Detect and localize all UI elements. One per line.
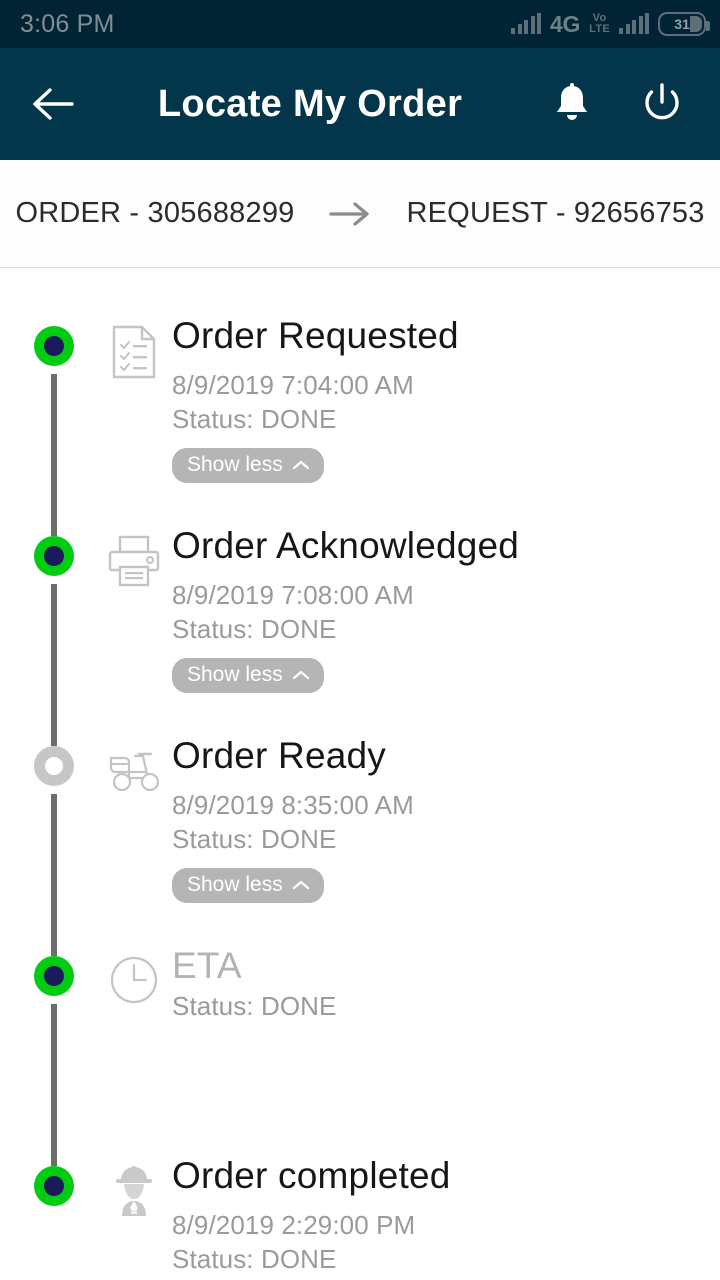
status-marker-done — [34, 956, 74, 996]
step-status: Status: DONE — [172, 403, 337, 434]
order-request-strip: ORDER - 305688299 REQUEST - 92656753 — [0, 160, 720, 268]
step-body: Order completed 8/9/2019 2:29:00 PM Stat… — [172, 1152, 720, 1280]
show-less-toggle[interactable]: Show less — [172, 867, 324, 903]
order-number-label: ORDER - 305688299 — [15, 197, 295, 229]
show-less-toggle[interactable]: Show less — [172, 447, 324, 483]
page-title: Locate My Order — [157, 82, 463, 125]
status-marker-done — [34, 326, 74, 366]
timeline-rail — [0, 1152, 96, 1280]
chevron-up-icon — [292, 460, 309, 469]
signal-bars-icon — [511, 13, 542, 34]
status-marker-pending — [34, 746, 74, 786]
signal-bars-icon-secondary — [619, 13, 649, 34]
app-screen: 3:06 PM 4G Vo LTE 31 Locate My Order ORD… — [0, 0, 720, 1280]
battery-level-fill — [690, 16, 702, 32]
step-timestamp: 8/9/2019 7:08:00 AM — [172, 579, 414, 610]
status-bar-indicators: 4G Vo LTE 31 — [511, 10, 710, 38]
timeline-connector — [51, 1004, 57, 1166]
volte-icon: Vo LTE — [589, 13, 610, 35]
status-bar-clock: 3:06 PM — [20, 9, 115, 38]
show-less-label: Show less — [187, 452, 283, 476]
battery-icon: 31 — [658, 12, 710, 36]
volte-bottom-text: LTE — [589, 23, 610, 35]
step-icon-wrapper — [96, 522, 172, 732]
worker-helmet-icon — [116, 1166, 152, 1216]
app-bar: Locate My Order — [0, 48, 720, 160]
arrow-right-icon — [328, 201, 373, 227]
power-icon — [645, 83, 679, 120]
step-icon-wrapper — [96, 312, 172, 522]
document-checklist-icon — [112, 325, 156, 379]
network-type-label: 4G — [550, 10, 581, 37]
printer-icon — [108, 535, 160, 587]
step-body: Order Requested 8/9/2019 7:04:00 AM Stat… — [172, 312, 720, 522]
status-bar: 3:06 PM 4G Vo LTE 31 — [0, 0, 720, 48]
step-icon-wrapper — [96, 732, 172, 942]
timeline-rail — [0, 312, 96, 536]
timeline-item-order-acknowledged[interactable]: Order Acknowledged 8/9/2019 7:08:00 AM S… — [0, 522, 720, 746]
step-title: Order Acknowledged — [172, 525, 520, 566]
timeline-connector — [51, 584, 57, 746]
power-button[interactable] — [638, 80, 686, 128]
order-timeline: Order Requested 8/9/2019 7:04:00 AM Stat… — [0, 268, 720, 1280]
battery-level-text: 31 — [674, 16, 690, 32]
step-body: Order Ready 8/9/2019 8:35:00 AM Status: … — [172, 732, 720, 942]
timeline-rail — [0, 732, 96, 956]
status-marker-done — [34, 536, 74, 576]
step-title: ETA — [172, 945, 242, 986]
step-status: Status: DONE — [172, 823, 337, 854]
timeline-rail — [0, 942, 96, 1166]
step-status: Status: DONE — [172, 990, 337, 1021]
delivery-scooter-icon — [109, 752, 160, 792]
timeline-connector — [51, 374, 57, 536]
bell-icon — [557, 83, 587, 120]
step-title: Order Ready — [172, 735, 387, 776]
show-less-label: Show less — [187, 662, 283, 686]
step-body: Order Acknowledged 8/9/2019 7:08:00 AM S… — [172, 522, 720, 732]
step-timestamp: 8/9/2019 7:04:00 AM — [172, 369, 414, 400]
step-icon-wrapper — [96, 942, 172, 1152]
step-title: Order Requested — [172, 315, 459, 356]
timeline-rail — [0, 522, 96, 746]
chevron-up-icon — [292, 880, 309, 889]
step-status: Status: DONE — [172, 613, 337, 644]
clock-icon — [110, 956, 158, 1004]
app-bar-actions — [548, 80, 686, 128]
step-icon-wrapper — [96, 1152, 172, 1280]
step-status: Status: DONE — [172, 1243, 337, 1274]
timeline-item-eta[interactable]: ETA Status: DONE — [0, 942, 720, 1166]
timeline-item-order-completed[interactable]: Order completed 8/9/2019 2:29:00 PM Stat… — [0, 1152, 720, 1280]
show-less-label: Show less — [187, 872, 283, 896]
step-timestamp: 8/9/2019 8:35:00 AM — [172, 789, 414, 820]
arrow-left-icon — [33, 88, 74, 120]
notification-button[interactable] — [548, 80, 596, 128]
timeline-item-order-requested[interactable]: Order Requested 8/9/2019 7:04:00 AM Stat… — [0, 312, 720, 536]
timeline-item-order-ready[interactable]: Order Ready 8/9/2019 8:35:00 AM Status: … — [0, 732, 720, 956]
timeline-connector — [51, 794, 57, 956]
request-number-label: REQUEST - 92656753 — [406, 197, 705, 229]
show-less-toggle[interactable]: Show less — [172, 657, 324, 693]
chevron-up-icon — [292, 670, 309, 679]
step-body: ETA Status: DONE — [172, 942, 720, 1152]
status-marker-done — [34, 1166, 74, 1206]
step-timestamp: 8/9/2019 2:29:00 PM — [172, 1209, 416, 1240]
step-title: Order completed — [172, 1155, 451, 1196]
